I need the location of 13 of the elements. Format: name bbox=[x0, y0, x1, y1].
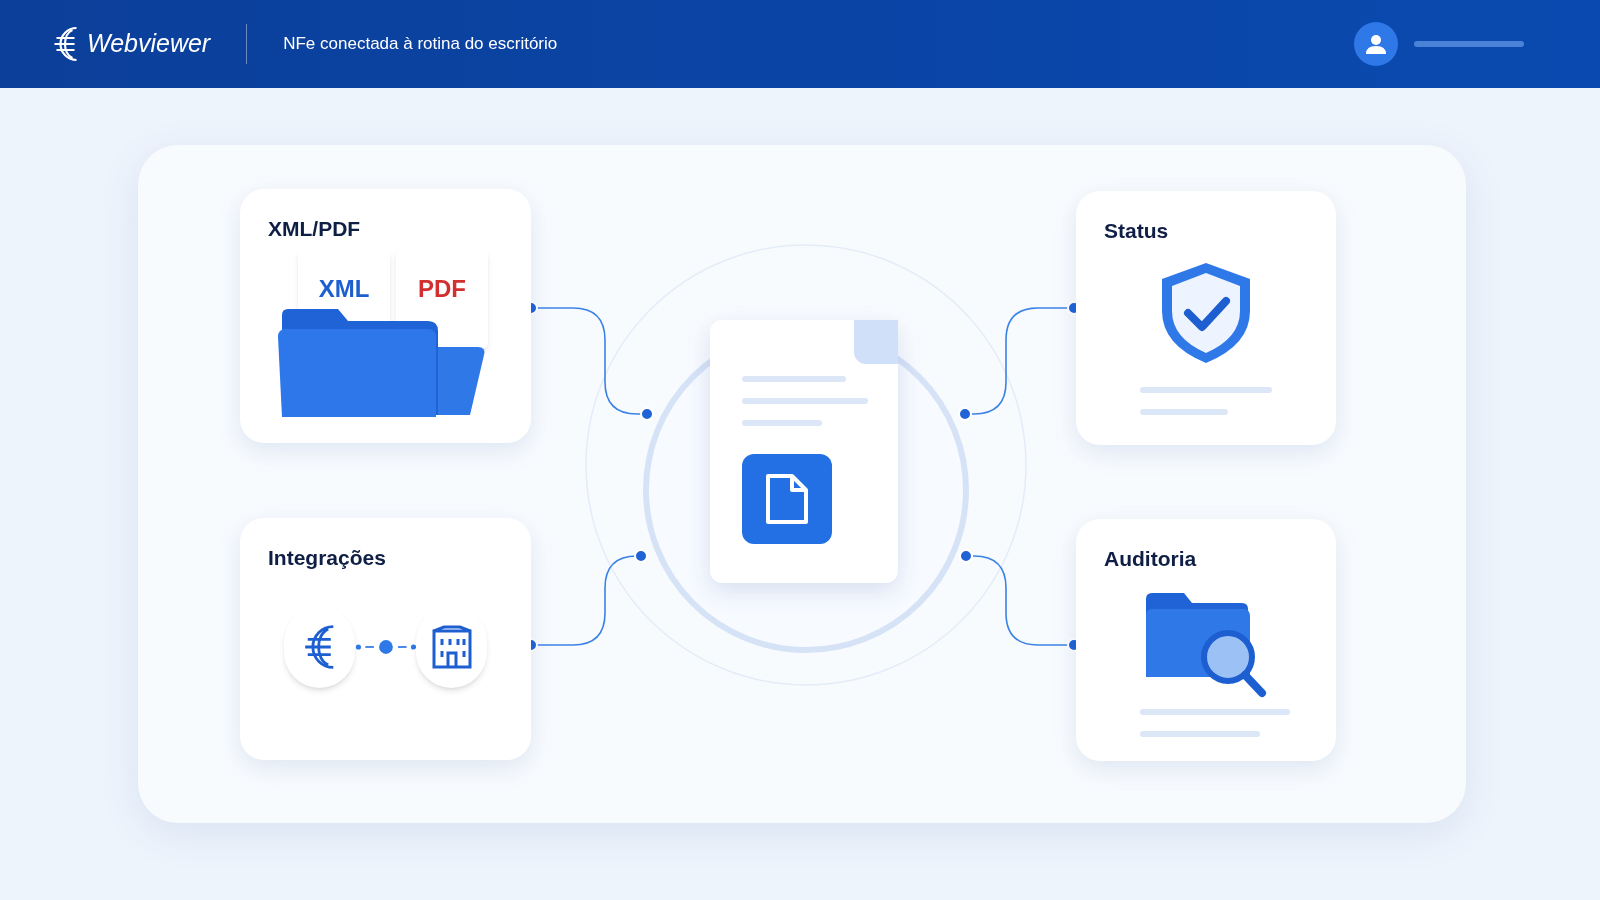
card-title: XML/PDF bbox=[267, 216, 362, 242]
card-title: Auditoria bbox=[1103, 546, 1198, 572]
logo-icon bbox=[52, 26, 79, 62]
card-title: Integrações bbox=[267, 545, 387, 571]
page-corner-fold bbox=[853, 320, 898, 364]
file-type-label: PDF bbox=[418, 273, 466, 304]
logo-text: Webviewer bbox=[87, 28, 211, 60]
document-icon bbox=[741, 454, 832, 544]
user-icon bbox=[1365, 33, 1387, 55]
card-title: Status bbox=[1103, 218, 1170, 244]
header-subtitle: NFe conectada à rotina do escritório bbox=[283, 33, 558, 56]
file-type-label: XML bbox=[318, 273, 370, 304]
avatar[interactable] bbox=[1354, 22, 1398, 66]
